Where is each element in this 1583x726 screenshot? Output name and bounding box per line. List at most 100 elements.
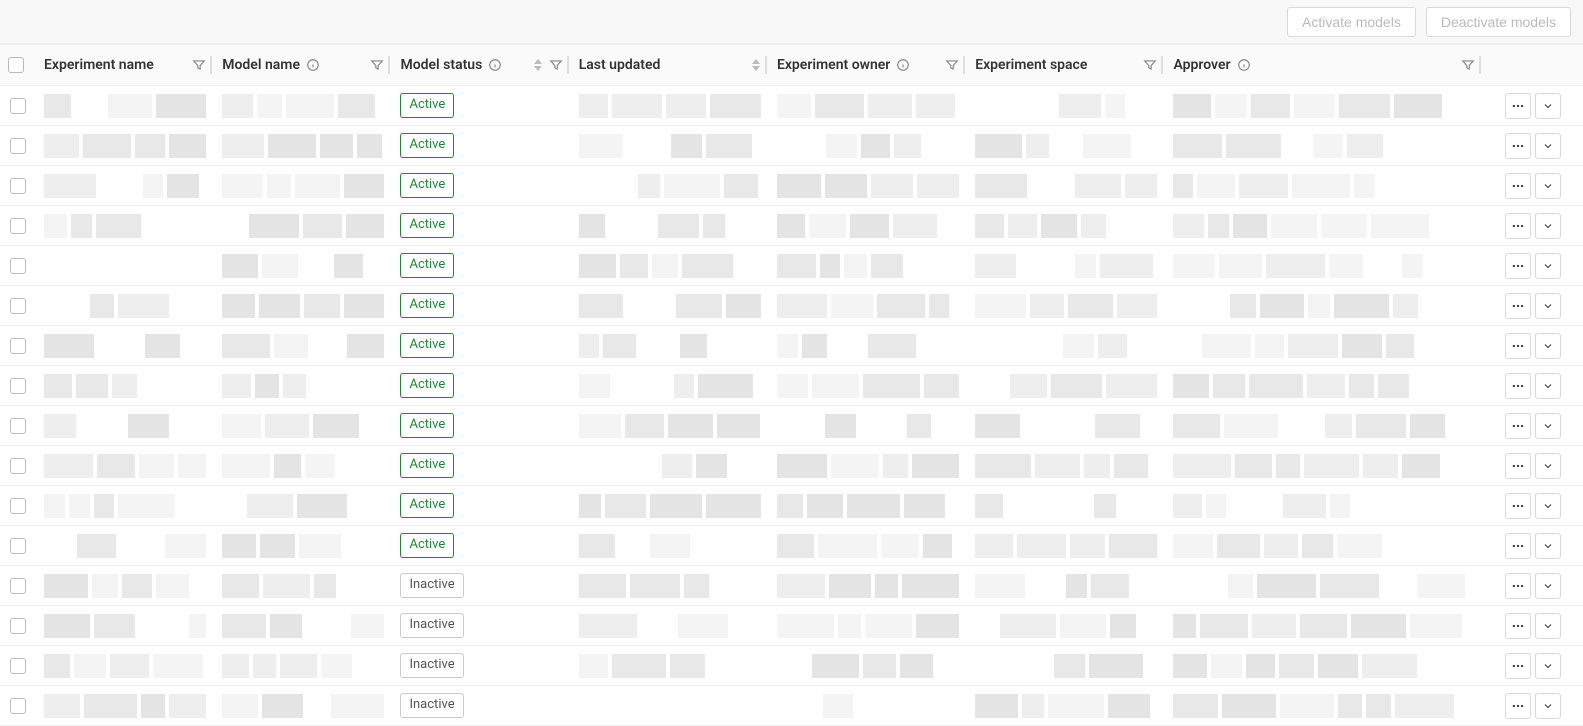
table-row: Inactive — [0, 566, 1583, 606]
filter-icon[interactable] — [192, 58, 206, 72]
info-icon[interactable] — [488, 58, 502, 72]
table-row: Active — [0, 126, 1583, 166]
row-checkbox[interactable] — [10, 658, 26, 674]
expand-row-button[interactable] — [1535, 693, 1561, 719]
status-badge: Active — [400, 493, 454, 517]
info-icon[interactable] — [1237, 58, 1251, 72]
redacted-content — [222, 134, 384, 158]
row-checkbox[interactable] — [10, 338, 26, 354]
row-checkbox[interactable] — [10, 258, 26, 274]
redacted-content — [579, 414, 761, 438]
expand-row-button[interactable] — [1535, 213, 1561, 239]
cell-experiment-space — [967, 206, 1165, 246]
expand-row-button[interactable] — [1535, 333, 1561, 359]
row-checkbox[interactable] — [10, 618, 26, 634]
redacted-content — [1173, 494, 1474, 518]
more-actions-button[interactable] — [1505, 213, 1531, 239]
expand-row-button[interactable] — [1535, 293, 1561, 319]
redacted-content — [44, 574, 206, 598]
expand-row-button[interactable] — [1535, 653, 1561, 679]
expand-row-button[interactable] — [1535, 453, 1561, 479]
info-icon[interactable] — [896, 58, 910, 72]
column-resize-handle[interactable] — [567, 56, 569, 74]
cell-actions — [1483, 486, 1583, 526]
more-actions-button[interactable] — [1505, 613, 1531, 639]
expand-row-button[interactable] — [1535, 253, 1561, 279]
cell-experiment-owner — [769, 446, 967, 486]
sort-icon[interactable] — [751, 59, 761, 71]
more-actions-button[interactable] — [1505, 333, 1531, 359]
activate-models-button[interactable]: Activate models — [1287, 7, 1416, 37]
filter-icon[interactable] — [1143, 58, 1157, 72]
expand-row-button[interactable] — [1535, 573, 1561, 599]
row-checkbox[interactable] — [10, 578, 26, 594]
more-horizontal-icon — [1511, 259, 1525, 273]
redacted-content — [777, 694, 959, 718]
select-all-checkbox[interactable] — [8, 57, 24, 73]
filter-icon[interactable] — [549, 58, 563, 72]
more-actions-button[interactable] — [1505, 693, 1531, 719]
redacted-content — [1173, 454, 1474, 478]
column-resize-handle[interactable] — [765, 56, 767, 74]
expand-row-button[interactable] — [1535, 413, 1561, 439]
expand-row-button[interactable] — [1535, 173, 1561, 199]
cell-last-updated — [571, 206, 769, 246]
more-actions-button[interactable] — [1505, 133, 1531, 159]
row-checkbox[interactable] — [10, 498, 26, 514]
cell-experiment-name — [36, 486, 214, 526]
more-actions-button[interactable] — [1505, 653, 1531, 679]
row-checkbox[interactable] — [10, 698, 26, 714]
expand-row-button[interactable] — [1535, 613, 1561, 639]
deactivate-models-button[interactable]: Deactivate models — [1426, 7, 1571, 37]
cell-approver — [1165, 166, 1482, 206]
more-horizontal-icon — [1511, 299, 1525, 313]
more-actions-button[interactable] — [1505, 173, 1531, 199]
expand-row-button[interactable] — [1535, 493, 1561, 519]
redacted-content — [1173, 294, 1474, 318]
column-resize-handle[interactable] — [1479, 56, 1481, 74]
filter-icon[interactable] — [1461, 58, 1475, 72]
chevron-down-icon — [1542, 620, 1554, 632]
info-icon[interactable] — [306, 58, 320, 72]
redacted-content — [1173, 174, 1474, 198]
column-resize-handle[interactable] — [388, 56, 390, 74]
cell-actions — [1483, 126, 1583, 166]
more-actions-button[interactable] — [1505, 533, 1531, 559]
column-resize-handle[interactable] — [1161, 56, 1163, 74]
sort-icon[interactable] — [533, 59, 543, 71]
more-actions-button[interactable] — [1505, 373, 1531, 399]
row-checkbox[interactable] — [10, 538, 26, 554]
redacted-content — [975, 574, 1157, 598]
column-resize-handle[interactable] — [963, 56, 965, 74]
row-checkbox[interactable] — [10, 98, 26, 114]
filter-icon[interactable] — [945, 58, 959, 72]
more-actions-button[interactable] — [1505, 413, 1531, 439]
redacted-content — [1173, 534, 1474, 558]
redacted-content — [777, 414, 959, 438]
more-actions-button[interactable] — [1505, 453, 1531, 479]
more-actions-button[interactable] — [1505, 253, 1531, 279]
row-checkbox[interactable] — [10, 458, 26, 474]
header-checkbox-cell — [0, 44, 36, 86]
chevron-down-icon — [1542, 660, 1554, 672]
more-actions-button[interactable] — [1505, 293, 1531, 319]
expand-row-button[interactable] — [1535, 133, 1561, 159]
cell-experiment-owner — [769, 126, 967, 166]
more-actions-button[interactable] — [1505, 93, 1531, 119]
expand-row-button[interactable] — [1535, 373, 1561, 399]
expand-row-button[interactable] — [1535, 533, 1561, 559]
filter-icon[interactable] — [370, 58, 384, 72]
more-actions-button[interactable] — [1505, 493, 1531, 519]
toolbar: Activate models Deactivate models — [0, 0, 1583, 44]
row-checkbox[interactable] — [10, 138, 26, 154]
column-resize-handle[interactable] — [210, 56, 212, 74]
row-checkbox[interactable] — [10, 418, 26, 434]
row-checkbox[interactable] — [10, 178, 26, 194]
expand-row-button[interactable] — [1535, 93, 1561, 119]
row-checkbox[interactable] — [10, 298, 26, 314]
cell-last-updated — [571, 326, 769, 366]
more-actions-button[interactable] — [1505, 573, 1531, 599]
redacted-content — [44, 414, 206, 438]
row-checkbox[interactable] — [10, 378, 26, 394]
row-checkbox[interactable] — [10, 218, 26, 234]
